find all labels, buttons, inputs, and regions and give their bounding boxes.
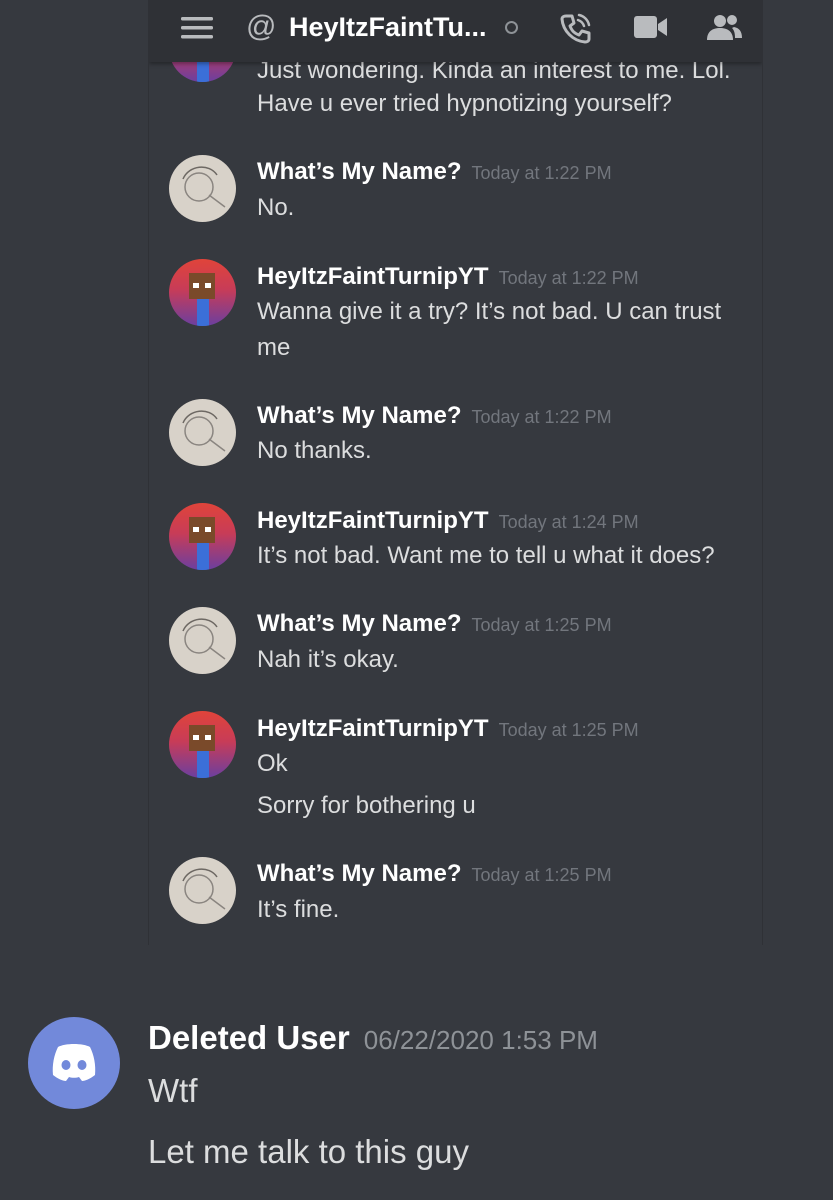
timestamp: Today at 1:25 PM: [471, 615, 612, 635]
embedded-dm-screenshot: @ HeyItzFaintTu... Just wondering. Kinda…: [148, 0, 763, 945]
at-symbol: @: [246, 10, 277, 43]
username[interactable]: What’s My Name? Today at 1:22 PM: [257, 401, 612, 432]
username[interactable]: HeyItzFaintTurnipYT Today at 1:25 PM: [257, 714, 639, 745]
dm-header: @ HeyItzFaintTu...: [149, 0, 762, 62]
author-name[interactable]: HeyItzFaintTurnipYT: [257, 507, 489, 534]
username[interactable]: HeyItzFaintTurnipYT Today at 1:24 PM: [257, 506, 639, 537]
timestamp: Today at 1:25 PM: [471, 865, 612, 885]
avatar: [169, 259, 236, 326]
avatar: [169, 711, 236, 778]
phone-call-icon[interactable]: [558, 10, 594, 46]
author-name[interactable]: What’s My Name?: [257, 610, 461, 637]
username[interactable]: Deleted User 06/22/2020 1:53 PM: [148, 1018, 598, 1060]
author-name[interactable]: What’s My Name?: [257, 158, 461, 185]
avatar: [169, 399, 236, 466]
menu-icon[interactable]: [181, 14, 213, 42]
message-text: Wanna give it a try? It’s not bad. U can…: [257, 298, 722, 361]
author-name[interactable]: Deleted User: [148, 1019, 350, 1056]
timestamp: Today at 1:24 PM: [498, 512, 639, 532]
author-name[interactable]: What’s My Name?: [257, 860, 461, 887]
dm-title: HeyItzFaintTu...: [289, 12, 487, 42]
avatar: [169, 857, 236, 924]
message-text: Sorry for bothering u: [257, 792, 476, 819]
avatar[interactable]: [28, 1017, 120, 1109]
username[interactable]: What’s My Name? Today at 1:25 PM: [257, 859, 612, 890]
username[interactable]: What’s My Name? Today at 1:25 PM: [257, 609, 612, 640]
message-text: It’s fine.: [257, 896, 340, 923]
message-text: No.: [257, 194, 295, 221]
username[interactable]: HeyItzFaintTurnipYT Today at 1:22 PM: [257, 262, 639, 293]
timestamp: Today at 1:22 PM: [471, 163, 612, 183]
avatar: [169, 503, 236, 570]
author-name[interactable]: What’s My Name?: [257, 402, 461, 429]
message-text: Wtf: [148, 1072, 198, 1109]
discord-logo-icon: [52, 1044, 96, 1081]
message-text: No thanks.: [257, 437, 372, 464]
video-icon[interactable]: [633, 12, 669, 42]
avatar: [169, 607, 236, 674]
status-indicator: [505, 21, 518, 34]
members-icon[interactable]: [704, 12, 744, 42]
author-name[interactable]: HeyItzFaintTurnipYT: [257, 715, 489, 742]
username[interactable]: What’s My Name? Today at 1:22 PM: [257, 157, 612, 188]
timestamp: Today at 1:25 PM: [498, 720, 639, 740]
message-text: Nah it’s okay.: [257, 646, 399, 673]
message-text: It’s not bad. Want me to tell u what it …: [257, 542, 715, 569]
message-text: Have u ever tried hypnotizing yourself?: [257, 90, 672, 117]
message-text: Ok: [257, 750, 288, 777]
message-text: Let me talk to this guy: [148, 1133, 469, 1170]
timestamp: Today at 1:22 PM: [471, 407, 612, 427]
avatar: [169, 155, 236, 222]
author-name[interactable]: HeyItzFaintTurnipYT: [257, 263, 489, 290]
timestamp: Today at 1:22 PM: [498, 268, 639, 288]
timestamp: 06/22/2020 1:53 PM: [363, 1025, 598, 1055]
